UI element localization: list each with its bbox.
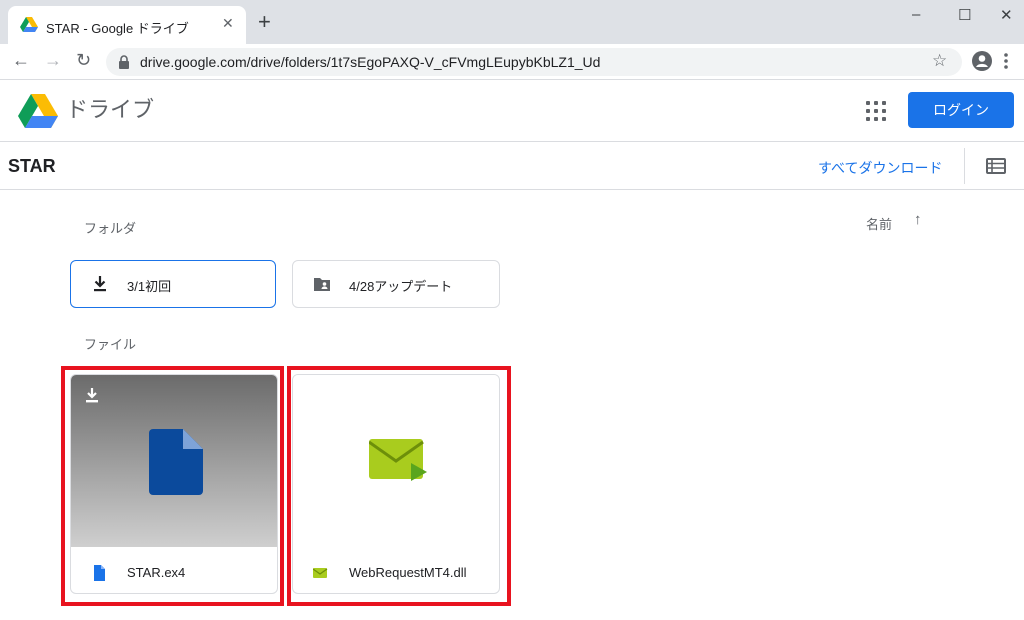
maximize-icon[interactable]: ☐	[958, 6, 971, 24]
browser-menu-icon[interactable]	[1004, 53, 1008, 69]
folder-item-4-28[interactable]: 4/28アップデート	[292, 260, 500, 308]
minimize-icon[interactable]: –	[912, 6, 920, 23]
apps-grid-icon[interactable]	[866, 101, 886, 121]
download-icon	[94, 276, 106, 292]
folder-title: STAR	[8, 156, 56, 176]
tab-title: STAR - Google ドライブ	[46, 21, 189, 36]
reload-icon[interactable]: ↻	[76, 50, 91, 71]
folders-section-label: フォルダ	[84, 221, 137, 236]
drive-logo-icon	[18, 94, 58, 128]
profile-avatar-icon[interactable]	[972, 51, 992, 71]
new-tab-button[interactable]: +	[258, 11, 271, 33]
window-close-icon[interactable]: ✕	[1000, 6, 1013, 24]
folder-item-3-1[interactable]: 3/1初回	[70, 260, 276, 308]
url-text: drive.google.com/drive/folders/1t7sEgoPA…	[140, 54, 601, 70]
lock-icon	[119, 55, 129, 69]
bookmark-star-icon[interactable]: ☆	[932, 51, 947, 71]
login-button[interactable]: ログイン	[908, 92, 1014, 128]
drive-favicon-icon	[20, 17, 38, 32]
toolbar-divider	[964, 148, 965, 184]
drive-header: ドライブ ログイン	[0, 80, 1024, 142]
folder-name: 4/28アップデート	[349, 279, 453, 294]
folder-name: 3/1初回	[127, 279, 172, 294]
sort-name-label[interactable]: 名前	[866, 214, 892, 233]
back-icon[interactable]: ←	[12, 50, 30, 71]
drive-brand-title[interactable]: ドライブ	[66, 92, 154, 124]
browser-tab-strip: STAR - Google ドライブ ✕ + – ☐ ✕	[0, 0, 1024, 44]
folder-toolbar: STAR すべてダウンロード	[0, 142, 1024, 190]
tab-close-icon[interactable]: ✕	[222, 15, 234, 32]
files-section-label: ファイル	[84, 337, 137, 352]
highlight-box-webrequest-dll	[287, 366, 511, 606]
highlight-box-star-ex4	[61, 366, 284, 606]
browser-toolbar: ← → ↻ drive.google.com/drive/folders/1t7…	[0, 44, 1024, 80]
forward-icon[interactable]: →	[44, 50, 62, 71]
list-view-icon[interactable]	[986, 158, 1006, 174]
shared-folder-icon	[314, 278, 330, 291]
sort-arrow-icon[interactable]: ↑	[914, 211, 922, 228]
browser-tab[interactable]: STAR - Google ドライブ ✕	[8, 6, 246, 44]
download-all-link[interactable]: すべてダウンロード	[818, 158, 942, 178]
address-bar[interactable]: drive.google.com/drive/folders/1t7sEgoPA…	[106, 48, 962, 76]
